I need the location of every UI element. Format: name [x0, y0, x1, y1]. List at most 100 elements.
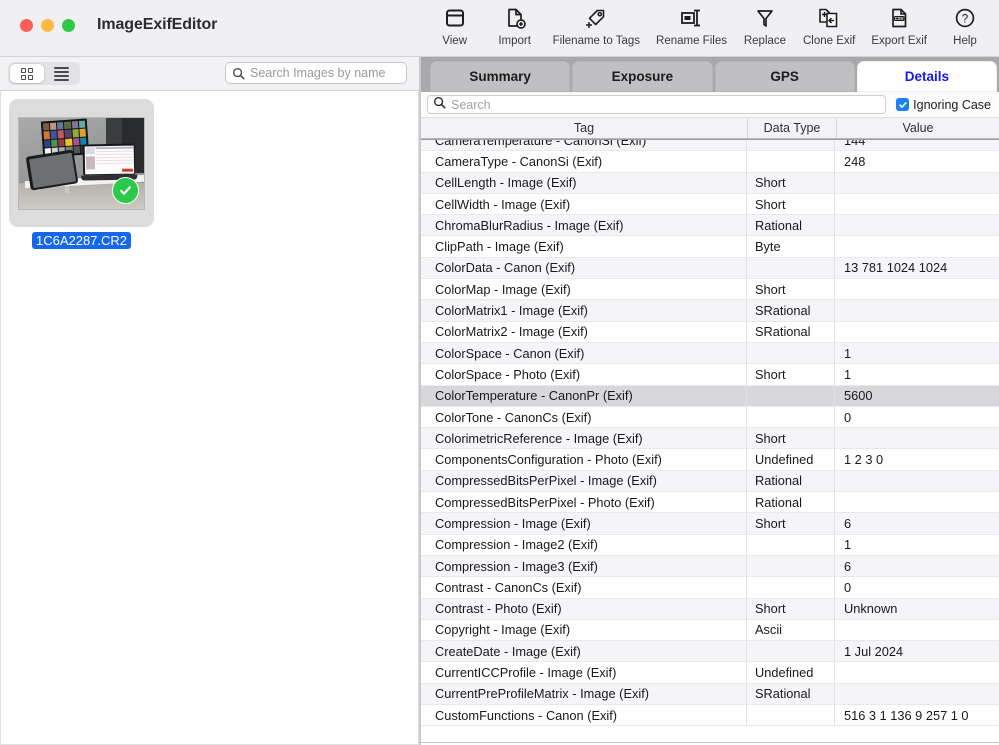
cell-value[interactable]: 1: [835, 364, 999, 384]
table-row[interactable]: ColorSpace - Photo (Exif) Short 1: [421, 364, 999, 386]
table-row[interactable]: CreateDate - Image (Exif) 1 Jul 2024: [421, 641, 999, 663]
svg-text:CSV: CSV: [895, 16, 904, 21]
table-row[interactable]: ComponentsConfiguration - Photo (Exif) Un…: [421, 449, 999, 471]
grid-view-button[interactable]: [10, 64, 44, 83]
cell-tag: Compression - Image (Exif): [421, 513, 747, 534]
table-row[interactable]: Copyright - Image (Exif) Ascii: [421, 619, 999, 642]
grid-icon: [21, 67, 33, 80]
close-button[interactable]: [20, 19, 33, 32]
table-row[interactable]: CompressedBitsPerPixel - Photo (Exif) Rat…: [421, 492, 999, 514]
cell-value[interactable]: [835, 236, 999, 256]
table-row[interactable]: CurrentPreProfileMatrix - Image (Exif) SR…: [421, 683, 999, 706]
thumbnail-item[interactable]: 1C6A2287.CR2: [9, 99, 154, 249]
cell-value[interactable]: [835, 662, 999, 682]
cell-value[interactable]: [835, 684, 999, 704]
cell-value[interactable]: [835, 173, 999, 193]
table-row[interactable]: ColorMatrix2 - Image (Exif) SRational: [421, 321, 999, 343]
toolbar-filename-to-tags-button[interactable]: Filename to Tags: [545, 0, 648, 47]
colorchecker-swatch: [57, 121, 64, 130]
checkbox-checked-icon: [896, 98, 910, 111]
cell-value[interactable]: [835, 620, 999, 640]
cell-value[interactable]: 5600: [835, 386, 999, 406]
table-row[interactable]: ClipPath - Image (Exif) Byte: [421, 236, 999, 258]
table-row[interactable]: ColorSpace - Canon (Exif) 1: [421, 342, 999, 365]
table-row[interactable]: CellWidth - Image (Exif) Short: [421, 193, 999, 216]
tag-icon: [583, 4, 609, 32]
table-row[interactable]: ColorMap - Image (Exif) Short: [421, 279, 999, 301]
table-row[interactable]: CustomFunctions - Canon (Exif) 516 3 1 13…: [421, 705, 999, 727]
toolbar-import-button[interactable]: Import: [485, 0, 545, 47]
cell-value[interactable]: [835, 300, 999, 320]
column-header-tag[interactable]: Tag: [421, 118, 748, 138]
colorchecker-swatch: [50, 130, 58, 138]
cell-data-type: [747, 257, 835, 279]
cell-value[interactable]: [835, 471, 999, 491]
table-row[interactable]: CellLength - Image (Exif) Short: [421, 172, 999, 194]
minimize-button[interactable]: [41, 19, 54, 32]
cell-value[interactable]: [835, 215, 999, 235]
table-row[interactable]: Contrast - Photo (Exif) Short Unknown: [421, 598, 999, 620]
thumbnail-image: [18, 116, 145, 210]
toolbar-export-exif-button[interactable]: CSV Export Exif: [863, 0, 935, 47]
table-row[interactable]: ColorTone - CanonCs (Exif) 0: [421, 406, 999, 429]
thumbnail-grid[interactable]: 1C6A2287.CR2: [0, 91, 419, 745]
toolbar-replace-button[interactable]: Replace: [735, 0, 795, 47]
table-row[interactable]: Compression - Image (Exif) Short 6: [421, 513, 999, 535]
thumbnail-filename[interactable]: 1C6A2287.CR2: [31, 232, 132, 249]
table-row[interactable]: ColorTemperature - CanonPr (Exif) 5600: [421, 385, 999, 407]
cell-value[interactable]: 248: [835, 151, 999, 171]
tab-gps[interactable]: GPS: [714, 61, 855, 92]
column-header-value[interactable]: Value: [837, 118, 999, 138]
toolbar-clone-exif-button[interactable]: Clone Exif: [795, 0, 863, 47]
cell-value[interactable]: 6: [835, 556, 999, 576]
table-row[interactable]: ColorimetricReference - Image (Exif) Shor…: [421, 428, 999, 450]
table-row[interactable]: Contrast - CanonCs (Exif) 0: [421, 577, 999, 599]
toolbar-export-exif-label: Export Exif: [871, 35, 927, 47]
cell-value[interactable]: 0: [835, 577, 999, 597]
cell-value[interactable]: [835, 492, 999, 512]
toolbar-rename-files-button[interactable]: Rename Files: [648, 0, 735, 47]
tab-summary[interactable]: Summary: [430, 61, 571, 92]
cell-value[interactable]: [835, 428, 999, 448]
cell-data-type: Short: [747, 513, 835, 534]
maximize-button[interactable]: [62, 19, 75, 32]
cell-value[interactable]: [835, 194, 999, 214]
cell-value[interactable]: Unknown: [835, 599, 999, 619]
cell-value[interactable]: 1: [835, 535, 999, 555]
table-row[interactable]: CompressedBitsPerPixel - Image (Exif) Rat…: [421, 470, 999, 493]
exif-table[interactable]: CameraTemperature - CanonSi (Exif) 144 Cam…: [421, 139, 999, 743]
colorchecker-swatch: [50, 122, 57, 130]
view-mode-segmented-control[interactable]: [8, 62, 80, 85]
cell-data-type: Ascii: [747, 619, 835, 641]
toolbar-help-button[interactable]: ? Help: [935, 0, 995, 47]
detail-search-input[interactable]: Search: [427, 95, 887, 114]
ignoring-case-checkbox[interactable]: Ignoring Case: [896, 98, 991, 112]
cell-value[interactable]: 1 Jul 2024: [835, 641, 999, 661]
table-row[interactable]: CameraType - CanonSi (Exif) 248: [421, 151, 999, 173]
cell-value[interactable]: 0: [835, 407, 999, 427]
table-row[interactable]: ChromaBlurRadius - Image (Exif) Rational: [421, 215, 999, 237]
detail-filter-bar: Search Ignoring Case: [421, 92, 999, 117]
cell-value[interactable]: 6: [835, 513, 999, 533]
list-view-button[interactable]: [44, 64, 78, 83]
tab-exposure[interactable]: Exposure: [572, 61, 713, 92]
cell-value[interactable]: [835, 279, 999, 299]
column-header-data-type[interactable]: Data Type: [748, 118, 837, 138]
cell-value[interactable]: 1: [835, 343, 999, 363]
table-row[interactable]: ColorData - Canon (Exif) 13 781 1024 1024: [421, 257, 999, 280]
table-row[interactable]: ColorMatrix1 - Image (Exif) SRational: [421, 300, 999, 322]
table-column-header: Tag Data Type Value: [421, 117, 999, 139]
cell-value[interactable]: 13 781 1024 1024: [835, 258, 999, 278]
cell-value[interactable]: [835, 322, 999, 342]
table-row[interactable]: CameraTemperature - CanonSi (Exif) 144: [421, 139, 999, 152]
tab-details[interactable]: Details: [856, 61, 997, 92]
toolbar-view-button[interactable]: View: [425, 0, 485, 47]
table-row[interactable]: Compression - Image3 (Exif) 6: [421, 555, 999, 578]
sidebar-search-field[interactable]: Search Images by name: [225, 62, 407, 84]
thumbnail-tile[interactable]: [9, 99, 154, 227]
table-row[interactable]: CurrentICCProfile - Image (Exif) Undefine…: [421, 662, 999, 684]
table-row[interactable]: Compression - Image2 (Exif) 1: [421, 534, 999, 556]
cell-value[interactable]: 1 2 3 0: [835, 449, 999, 469]
cell-value[interactable]: 516 3 1 136 9 257 1 0: [835, 705, 999, 725]
cell-value[interactable]: 144: [835, 139, 999, 150]
